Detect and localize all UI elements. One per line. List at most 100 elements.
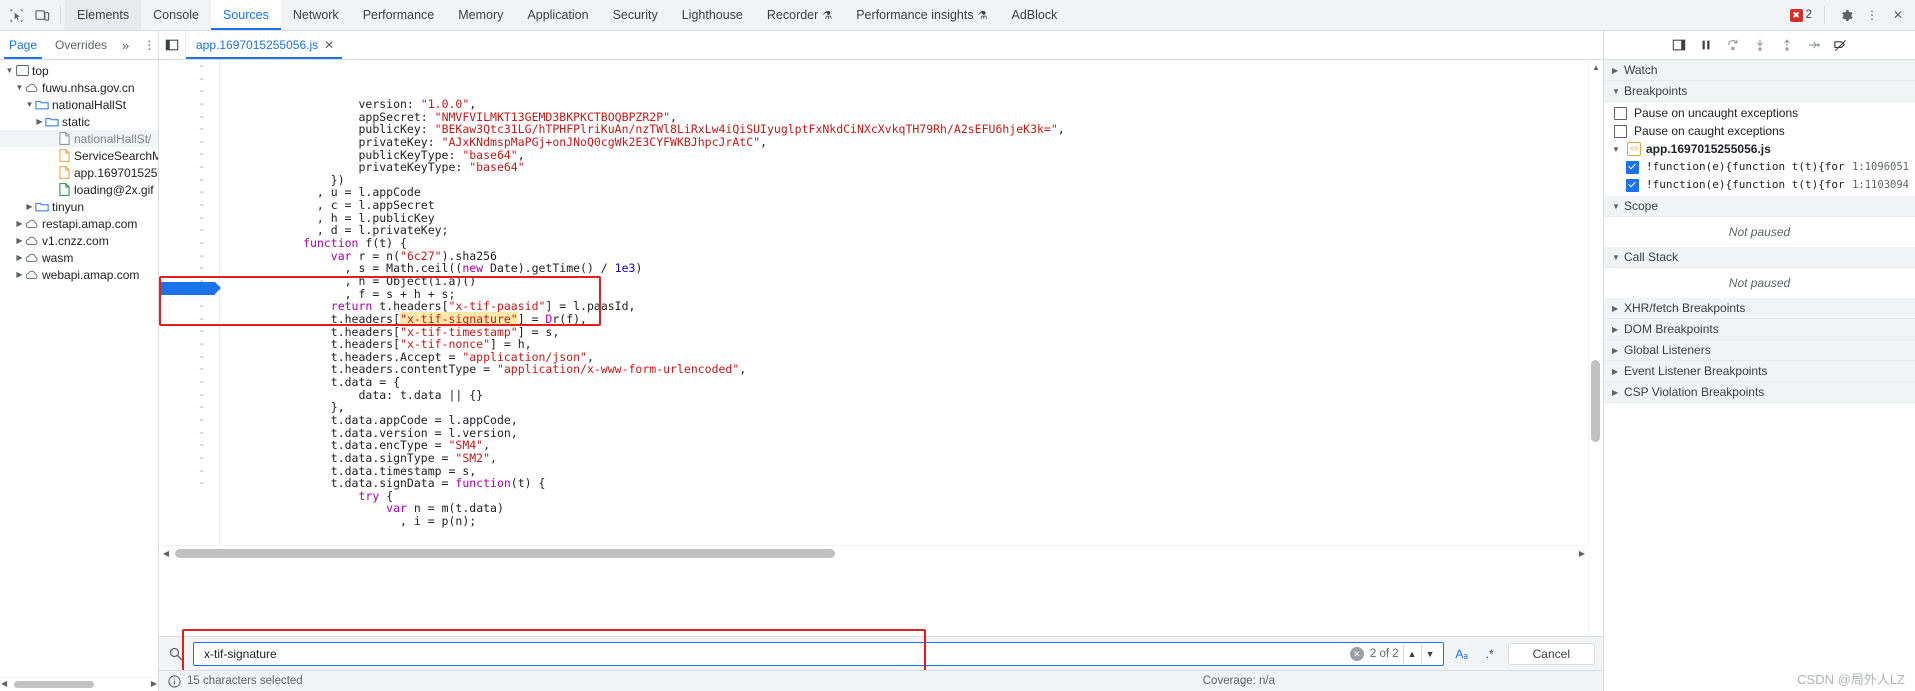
navigator-tab-page[interactable]: Page bbox=[0, 31, 46, 59]
section-global-listeners[interactable]: ▶ Global Listeners bbox=[1604, 340, 1915, 361]
tab-sources[interactable]: Sources bbox=[210, 0, 281, 30]
line-number[interactable]: - bbox=[159, 173, 219, 187]
tab-application[interactable]: Application bbox=[515, 0, 600, 30]
deactivate-breakpoints-icon[interactable] bbox=[1832, 36, 1850, 54]
step-out-icon[interactable] bbox=[1778, 36, 1796, 54]
line-number[interactable]: - bbox=[159, 211, 219, 225]
section-xhr-fetch-breakpoints[interactable]: ▶ XHR/fetch Breakpoints bbox=[1604, 298, 1915, 319]
scroll-left-arrow-icon[interactable]: ◀ bbox=[159, 546, 173, 560]
code-line[interactable]: , i = p(n); bbox=[220, 515, 1589, 528]
chevron-right-icon[interactable]: ▶ bbox=[14, 266, 25, 283]
breakpoint-row[interactable]: !function(e){function t(t){for(var n,i,o… bbox=[1604, 158, 1915, 176]
gear-icon[interactable] bbox=[1837, 6, 1855, 24]
chevron-right-icon[interactable]: ▶ bbox=[1612, 66, 1624, 75]
line-number[interactable]: - bbox=[159, 249, 219, 263]
chevron-down-icon[interactable]: ▼ bbox=[1612, 202, 1624, 211]
breakpoint-checkbox[interactable] bbox=[1626, 178, 1639, 192]
tree-item-top[interactable]: ▼ top bbox=[0, 62, 158, 79]
tree-item-nationalhallst-doc[interactable]: ▶ nationalHallSt/ bbox=[0, 130, 158, 147]
chevron-down-icon[interactable]: ▼ bbox=[1612, 87, 1624, 96]
section-watch[interactable]: ▶ Watch bbox=[1604, 60, 1915, 81]
chevron-right-icon[interactable]: ▶ bbox=[1612, 325, 1624, 334]
error-badge[interactable]: ✖ 2 bbox=[1789, 8, 1812, 22]
chevron-down-icon[interactable]: ▼ bbox=[4, 62, 15, 79]
line-number[interactable]: - bbox=[159, 426, 219, 440]
chevron-down-icon[interactable]: ▼ bbox=[14, 79, 25, 96]
line-number[interactable]: - bbox=[159, 300, 219, 313]
cancel-button[interactable]: Cancel bbox=[1507, 643, 1595, 665]
tab-adblock[interactable]: AdBlock bbox=[999, 0, 1069, 30]
match-case-button[interactable]: Aₐ bbox=[1452, 644, 1472, 664]
chevron-right-icon[interactable]: ▶ bbox=[1612, 346, 1624, 355]
line-number[interactable]: - bbox=[159, 375, 219, 389]
pause-caught-checkbox[interactable] bbox=[1614, 124, 1627, 138]
chevron-right-icon[interactable]: ▶ bbox=[1612, 367, 1624, 376]
inspect-element-icon[interactable] bbox=[8, 7, 24, 23]
line-number[interactable]: - bbox=[159, 413, 219, 427]
search-prev-button[interactable]: ▲ bbox=[1402, 644, 1421, 664]
editor-tab-app-js[interactable]: app.1697015255056.js ✕ bbox=[186, 31, 343, 59]
line-number[interactable]: - bbox=[159, 325, 219, 338]
regex-button[interactable]: .* bbox=[1480, 644, 1500, 664]
tree-item-loading-gif[interactable]: ▶ loading@2x.gif bbox=[0, 181, 158, 198]
code-line[interactable]: privateKeyType: "base64" bbox=[220, 161, 1589, 174]
line-number[interactable]: - bbox=[159, 160, 219, 174]
line-number[interactable]: - bbox=[159, 464, 219, 478]
tree-item-restapi-amap-com[interactable]: ▶ restapi.amap.com bbox=[0, 215, 158, 232]
pause-uncaught-exceptions-row[interactable]: Pause on uncaught exceptions bbox=[1604, 104, 1915, 122]
tab-performance-insights[interactable]: Performance insights ⚗ bbox=[844, 0, 999, 30]
tree-item-app-js[interactable]: ▶ app.169701525505 bbox=[0, 164, 158, 181]
code-viewport[interactable]: ---------------------------------- versi… bbox=[159, 60, 1589, 677]
scrollbar-thumb[interactable] bbox=[175, 549, 835, 558]
chevron-down-icon[interactable]: ▼ bbox=[24, 96, 35, 113]
search-next-button[interactable]: ▼ bbox=[1420, 644, 1439, 664]
line-number[interactable]: - bbox=[159, 401, 219, 414]
line-number[interactable]: - bbox=[159, 388, 219, 402]
close-icon[interactable]: ✕ bbox=[1889, 6, 1907, 24]
scroll-left-arrow-icon[interactable]: ◀ bbox=[1, 679, 7, 688]
breakpoint-checkbox[interactable] bbox=[1626, 160, 1639, 174]
editor-hscrollbar[interactable]: ◀ ▶ bbox=[159, 545, 1589, 560]
search-in-files-icon[interactable] bbox=[167, 645, 185, 663]
chevron-down-icon[interactable]: ▼ bbox=[1612, 145, 1622, 154]
tab-lighthouse[interactable]: Lighthouse bbox=[670, 0, 755, 30]
clear-input-icon[interactable]: ✕ bbox=[1349, 647, 1364, 661]
line-number[interactable]: - bbox=[159, 72, 219, 86]
tab-network[interactable]: Network bbox=[281, 0, 351, 30]
tab-recorder[interactable]: Recorder ⚗ bbox=[755, 0, 844, 30]
step-over-icon[interactable] bbox=[1724, 36, 1742, 54]
chevron-right-icon[interactable]: ▶ bbox=[14, 249, 25, 266]
chevron-right-icon[interactable]: ▶ bbox=[14, 215, 25, 232]
tree-item-webapi-amap-com[interactable]: ▶ webapi.amap.com bbox=[0, 266, 158, 283]
step-into-icon[interactable] bbox=[1751, 36, 1769, 54]
line-number[interactable]: - bbox=[159, 135, 219, 149]
device-toolbar-icon[interactable] bbox=[34, 7, 50, 23]
tab-console[interactable]: Console bbox=[141, 0, 211, 30]
line-number-gutter[interactable]: ---------------------------------- bbox=[159, 60, 220, 554]
tab-elements[interactable]: Elements bbox=[65, 0, 142, 30]
more-tabs-chevron-icon[interactable]: » bbox=[116, 38, 135, 53]
code-lines[interactable]: version: "1.0.0", appSecret: "NMVFVILMKT… bbox=[220, 98, 1589, 528]
line-number[interactable]: - bbox=[159, 312, 219, 326]
chevron-right-icon[interactable]: ▶ bbox=[14, 232, 25, 249]
breakpoint-row[interactable]: !function(e){function t(t){for(var n,i,o… bbox=[1604, 176, 1915, 194]
line-number[interactable]: - bbox=[159, 236, 219, 250]
show-navigator-icon[interactable] bbox=[159, 31, 186, 59]
section-dom-breakpoints[interactable]: ▶ DOM Breakpoints bbox=[1604, 319, 1915, 340]
navigator-hscrollbar[interactable]: ◀ ▶ bbox=[0, 677, 158, 691]
more-vertical-icon[interactable]: ⋮ bbox=[1863, 6, 1881, 24]
chevron-right-icon[interactable]: ▶ bbox=[24, 198, 35, 215]
tree-item-static[interactable]: ▶ static bbox=[0, 113, 158, 130]
code-line[interactable]: , d = l.privateKey; bbox=[220, 224, 1589, 237]
tab-memory[interactable]: Memory bbox=[446, 0, 515, 30]
line-number[interactable]: - bbox=[159, 148, 219, 161]
chevron-down-icon[interactable]: ▼ bbox=[1612, 253, 1624, 262]
code-line[interactable]: t.headers.contentType = "application/x-w… bbox=[220, 363, 1589, 376]
line-number[interactable]: - bbox=[159, 451, 219, 465]
breakpoint-file-group[interactable]: ▼ <> app.1697015255056.js bbox=[1604, 140, 1915, 158]
section-csp-violation-breakpoints[interactable]: ▶ CSP Violation Breakpoints bbox=[1604, 382, 1915, 403]
chevron-right-icon[interactable]: ▶ bbox=[34, 113, 45, 130]
code-line[interactable]: t.data.signData = function(t) { bbox=[220, 477, 1589, 490]
code-line[interactable]: return t.headers["x-tif-paasid"] = l.paa… bbox=[220, 300, 1589, 313]
scroll-right-arrow-icon[interactable]: ▶ bbox=[151, 679, 157, 688]
